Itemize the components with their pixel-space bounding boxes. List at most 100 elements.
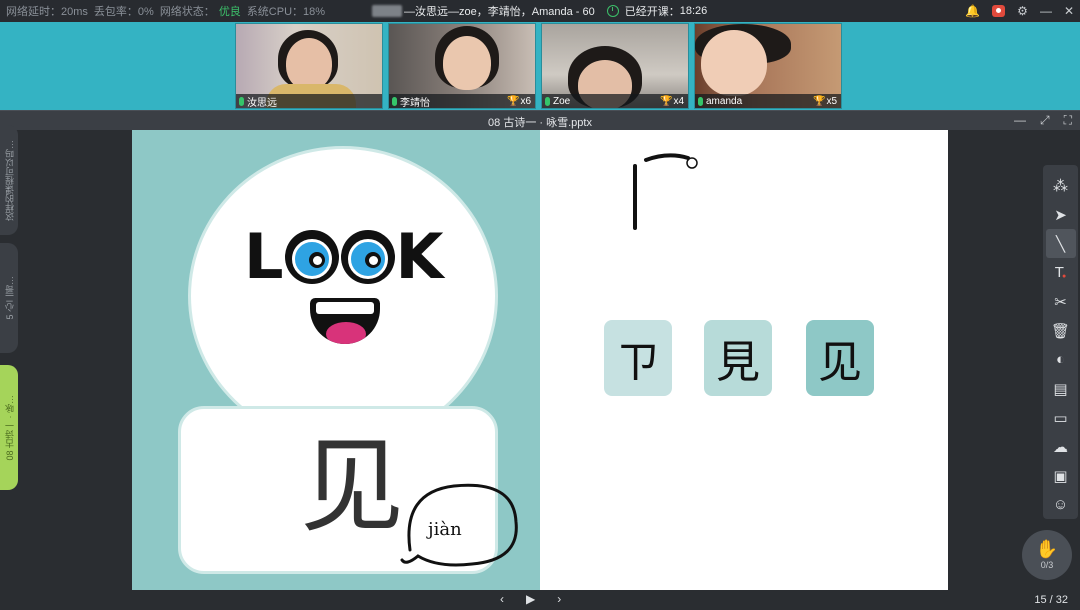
- trophy-count: x4: [673, 95, 684, 107]
- participant-label: 汝思远: [236, 94, 382, 108]
- session-info: —汝思远—zoe，李靖怡，Amanda - 60 已经开课： 18:26: [372, 0, 707, 22]
- person-face: [443, 36, 491, 90]
- window-controls: 🔔 ⚙ — ✕: [965, 0, 1074, 22]
- participant-label: Zoe 🏆x4: [542, 94, 688, 108]
- loss-stat: 丢包率：0%: [94, 3, 154, 19]
- next-slide-button[interactable]: ›: [557, 592, 561, 606]
- restore-icon[interactable]: ⤢: [1040, 113, 1050, 128]
- modern-script-box: 见: [806, 320, 874, 396]
- side-tab-label: 5 心二哥…: [4, 276, 15, 320]
- scissors-icon[interactable]: ✂: [1046, 287, 1076, 316]
- video-tile[interactable]: amanda 🏆x5: [694, 23, 842, 109]
- network-label: 网络状态：: [159, 6, 215, 18]
- redacted-name: [372, 5, 402, 17]
- participant-name: 汝思远: [247, 97, 277, 109]
- bell-icon[interactable]: 🔔: [965, 4, 980, 18]
- session-title: —汝思远—zoe，李靖怡，Amanda - 60: [404, 6, 595, 18]
- toolbox-icon[interactable]: ▣: [1046, 461, 1076, 490]
- document-bar: 08 古诗一 · 咏雪.pptx — ⤢ ⛶: [0, 110, 1080, 130]
- seal-script-box: 見: [704, 320, 772, 396]
- trophy-count: x5: [826, 95, 837, 107]
- video-tile[interactable]: Zoe 🏆x4: [541, 23, 689, 109]
- expand-icon[interactable]: ⛶: [1064, 113, 1072, 128]
- record-icon[interactable]: [992, 5, 1006, 17]
- toggle-icon[interactable]: ◐: [1046, 345, 1076, 374]
- look-letter-k: K: [395, 220, 444, 293]
- whiteboard-icon[interactable]: ▤: [1046, 374, 1076, 403]
- participant-name: amanda: [706, 95, 743, 107]
- laser-pointer-icon[interactable]: ⁂: [1046, 171, 1076, 200]
- side-tab-active[interactable]: 08 古诗一 · 咏…: [0, 365, 18, 490]
- slide-canvas[interactable]: L K 见 jiàn ㄗ 見 见: [132, 130, 948, 590]
- latency-label: 网络延时：: [6, 6, 61, 18]
- minimize-icon[interactable]: —: [1014, 113, 1026, 128]
- participant-label: amanda 🏆x5: [695, 94, 841, 108]
- side-tab[interactable]: 这样的课程可以吗…: [0, 125, 18, 235]
- text-icon[interactable]: T ●: [1046, 258, 1076, 287]
- status-bar: 网络延时：20ms 丢包率：0% 网络状态： 优良 系统CPU：18% —汝思远—…: [0, 0, 1080, 22]
- clock-icon: [606, 5, 619, 17]
- cloud-icon[interactable]: ☁: [1046, 432, 1076, 461]
- video-strip: 汝思远 李靖怡 🏆x6 Zoe 🏆x4 amanda 🏆x5: [0, 22, 1080, 110]
- minimize-icon[interactable]: —: [1040, 4, 1052, 18]
- latency-value: 20ms: [61, 6, 88, 18]
- mic-icon: [239, 96, 244, 106]
- hand-raise-button[interactable]: ✋ 0/3: [1022, 530, 1072, 580]
- mic-icon: [392, 96, 397, 106]
- video-tile[interactable]: 李靖怡 🏆x6: [388, 23, 536, 109]
- loss-value: 0%: [137, 6, 154, 18]
- slide-navigation: ‹ ▶ › 15 / 32: [0, 590, 1080, 610]
- video-tile[interactable]: 汝思远: [235, 23, 383, 109]
- slide-right-panel: ㄗ 見 见: [540, 130, 948, 590]
- look-logo: L K: [244, 226, 444, 288]
- side-tab[interactable]: 5 心二哥…: [0, 243, 18, 353]
- slide-left-panel: L K 见 jiàn: [132, 130, 540, 590]
- select-move-icon[interactable]: ➤: [1046, 200, 1076, 229]
- evolution-char: 见: [818, 337, 862, 388]
- trophy-count: x6: [520, 95, 531, 107]
- close-icon[interactable]: ✕: [1064, 4, 1074, 18]
- document-controls: — ⤢ ⛶: [1014, 113, 1072, 128]
- participant-name: Zoe: [553, 95, 571, 107]
- prev-slide-button[interactable]: ‹: [500, 592, 504, 606]
- pen-icon[interactable]: ╲: [1045, 229, 1076, 258]
- cpu-value: 18%: [303, 6, 326, 18]
- mic-icon: [545, 96, 550, 106]
- whiteboard-toolbar: ⁂ ➤ ╲ T ● ✂ 🗑 ◐ ▤ ▭ ☁ ▣ ☺: [1043, 165, 1078, 519]
- person-face: [286, 38, 332, 90]
- side-tab-label: 08 古诗一 · 咏…: [4, 394, 15, 461]
- trash-icon[interactable]: 🗑: [1046, 316, 1076, 345]
- hand-raise-count: 0/3: [1040, 560, 1054, 570]
- trophy-icon: 🏆x4: [659, 95, 684, 107]
- chat-icon[interactable]: ▭: [1046, 403, 1076, 432]
- cpu-label: 系统CPU：: [246, 6, 304, 18]
- person-face: [701, 30, 767, 96]
- classroom-app: 网络延时：20ms 丢包率：0% 网络状态： 优良 系统CPU：18% —汝思远—…: [0, 0, 1080, 610]
- mic-icon: [698, 96, 703, 106]
- network-stat: 网络状态： 优良: [160, 3, 241, 19]
- eye-icon: [340, 230, 395, 284]
- oracle-script-box: ㄗ: [604, 320, 672, 396]
- hand-icon: ✋: [1035, 539, 1059, 559]
- document-title: 08 古诗一 · 咏雪.pptx: [488, 117, 592, 129]
- pinyin-text: jiàn: [428, 519, 462, 540]
- evolution-char: ㄗ: [616, 337, 660, 388]
- mascot-circle: [188, 146, 498, 446]
- trophy-icon: 🏆x5: [812, 95, 837, 107]
- play-button[interactable]: ▶: [526, 592, 535, 606]
- page-indicator: 15 / 32: [1034, 594, 1068, 606]
- side-tab-label: 这样的课程可以吗…: [4, 139, 15, 221]
- latency-stat: 网络延时：20ms: [6, 3, 88, 19]
- students-icon[interactable]: ☺: [1046, 490, 1076, 519]
- participant-label: 李靖怡 🏆x6: [389, 94, 535, 108]
- cpu-stat: 系统CPU：18%: [247, 3, 325, 19]
- main-character: 见: [300, 425, 405, 547]
- evolution-char: 見: [716, 337, 760, 388]
- look-letter-l: L: [244, 220, 284, 293]
- network-value: 优良: [218, 6, 241, 18]
- started-time: 18:26: [679, 5, 708, 17]
- loss-label: 丢包率：: [93, 6, 138, 18]
- gear-icon[interactable]: ⚙: [1017, 4, 1028, 18]
- eye-icon: [284, 230, 339, 284]
- trophy-icon: 🏆x6: [506, 95, 531, 107]
